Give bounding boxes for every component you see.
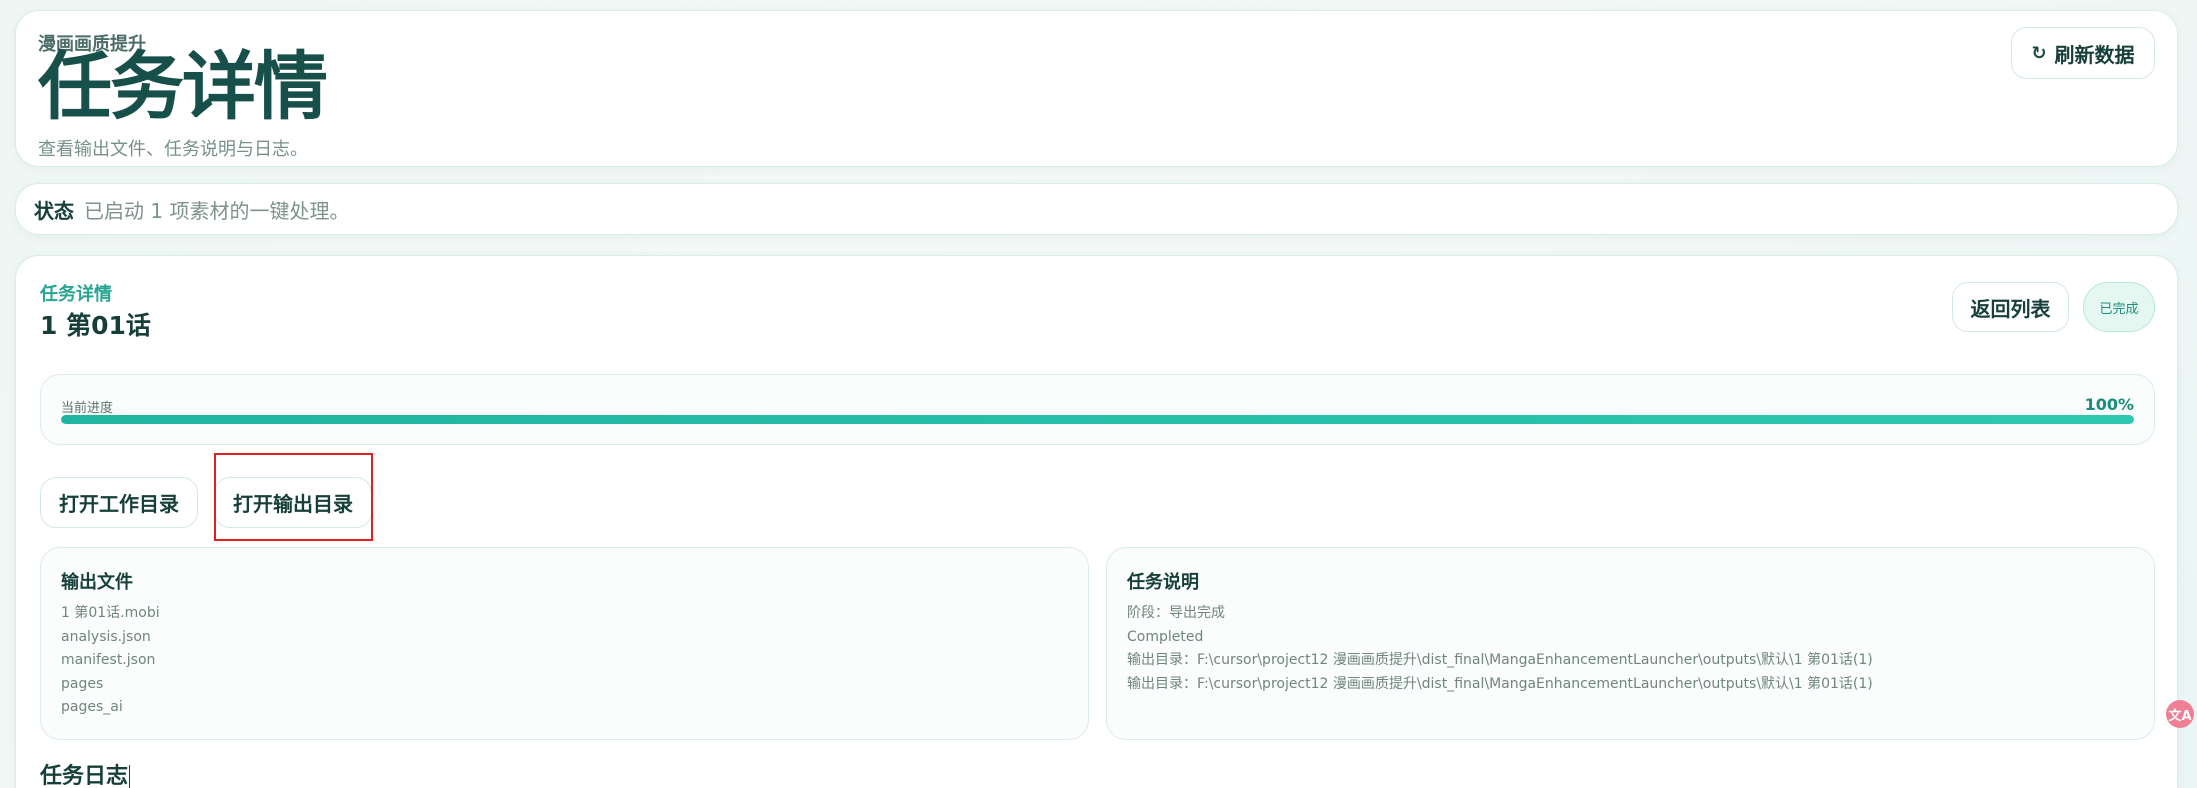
list-item: 1 第01话.mobi [61, 605, 160, 621]
text-caret [129, 765, 131, 788]
output-files-list: 1 第01话.mobi analysis.json manifest.json … [61, 602, 160, 720]
task-title: 1 第01话 [40, 311, 151, 340]
task-description-panel: 任务说明 阶段：导出完成 Completed 输出目录：F:\cursor\pr… [1106, 547, 2155, 740]
task-description-title: 任务说明 [1127, 572, 1199, 593]
section-eyebrow: 任务详情 [40, 284, 112, 305]
page-title: 任务详情 [38, 44, 328, 130]
refresh-icon: ↻ [2031, 42, 2047, 64]
task-log-title-text: 任务日志 [40, 764, 129, 788]
progress-label: 当前进度 [61, 401, 114, 416]
list-item: pages [61, 675, 104, 692]
header-card: 漫画画质提升 任务详情 查看输出文件、任务说明与日志。 ↻ 刷新数据 [15, 10, 2178, 167]
list-item: analysis.json [61, 628, 151, 645]
list-item: pages_ai [61, 699, 123, 715]
progress-percent: 100% [2084, 395, 2134, 414]
progress-panel: 当前进度 100% [40, 374, 2155, 445]
status-badge: 已完成 [2083, 282, 2155, 332]
refresh-button-label: 刷新数据 [2054, 42, 2135, 67]
task-log-title: 任务日志 [40, 758, 131, 788]
output-files-panel: 输出文件 1 第01话.mobi analysis.json manifest.… [40, 547, 1089, 740]
output-files-title: 输出文件 [61, 572, 133, 593]
list-item: 阶段：导出完成 [1127, 605, 1225, 621]
progress-track [61, 415, 2134, 424]
status-text: 已启动 1 项素材的一键处理。 [84, 198, 350, 223]
list-item: 输出目录：F:\cursor\project12 漫画画质提升\dist_fin… [1127, 675, 1873, 692]
open-work-dir-button[interactable]: 打开工作目录 [40, 477, 198, 528]
refresh-button[interactable]: ↻ 刷新数据 [2011, 27, 2155, 79]
page-subtitle: 查看输出文件、任务说明与日志。 [38, 139, 308, 160]
status-label: 状态 [34, 198, 74, 223]
list-item: 输出目录：F:\cursor\project12 漫画画质提升\dist_fin… [1127, 652, 1873, 668]
list-item: manifest.json [61, 652, 156, 668]
list-item: Completed [1127, 628, 1204, 645]
open-output-dir-button[interactable]: 打开输出目录 [214, 477, 372, 528]
translate-icon[interactable]: 文A [2166, 700, 2194, 728]
task-description-list: 阶段：导出完成 Completed 输出目录：F:\cursor\project… [1127, 602, 1873, 696]
back-to-list-button[interactable]: 返回列表 [1952, 282, 2069, 332]
task-detail-card: 任务详情 1 第01话 返回列表 已完成 当前进度 100% 打开工作目录 打开… [15, 255, 2178, 788]
status-card: 状态 已启动 1 项素材的一键处理。 [15, 183, 2178, 235]
progress-fill [61, 415, 2134, 424]
